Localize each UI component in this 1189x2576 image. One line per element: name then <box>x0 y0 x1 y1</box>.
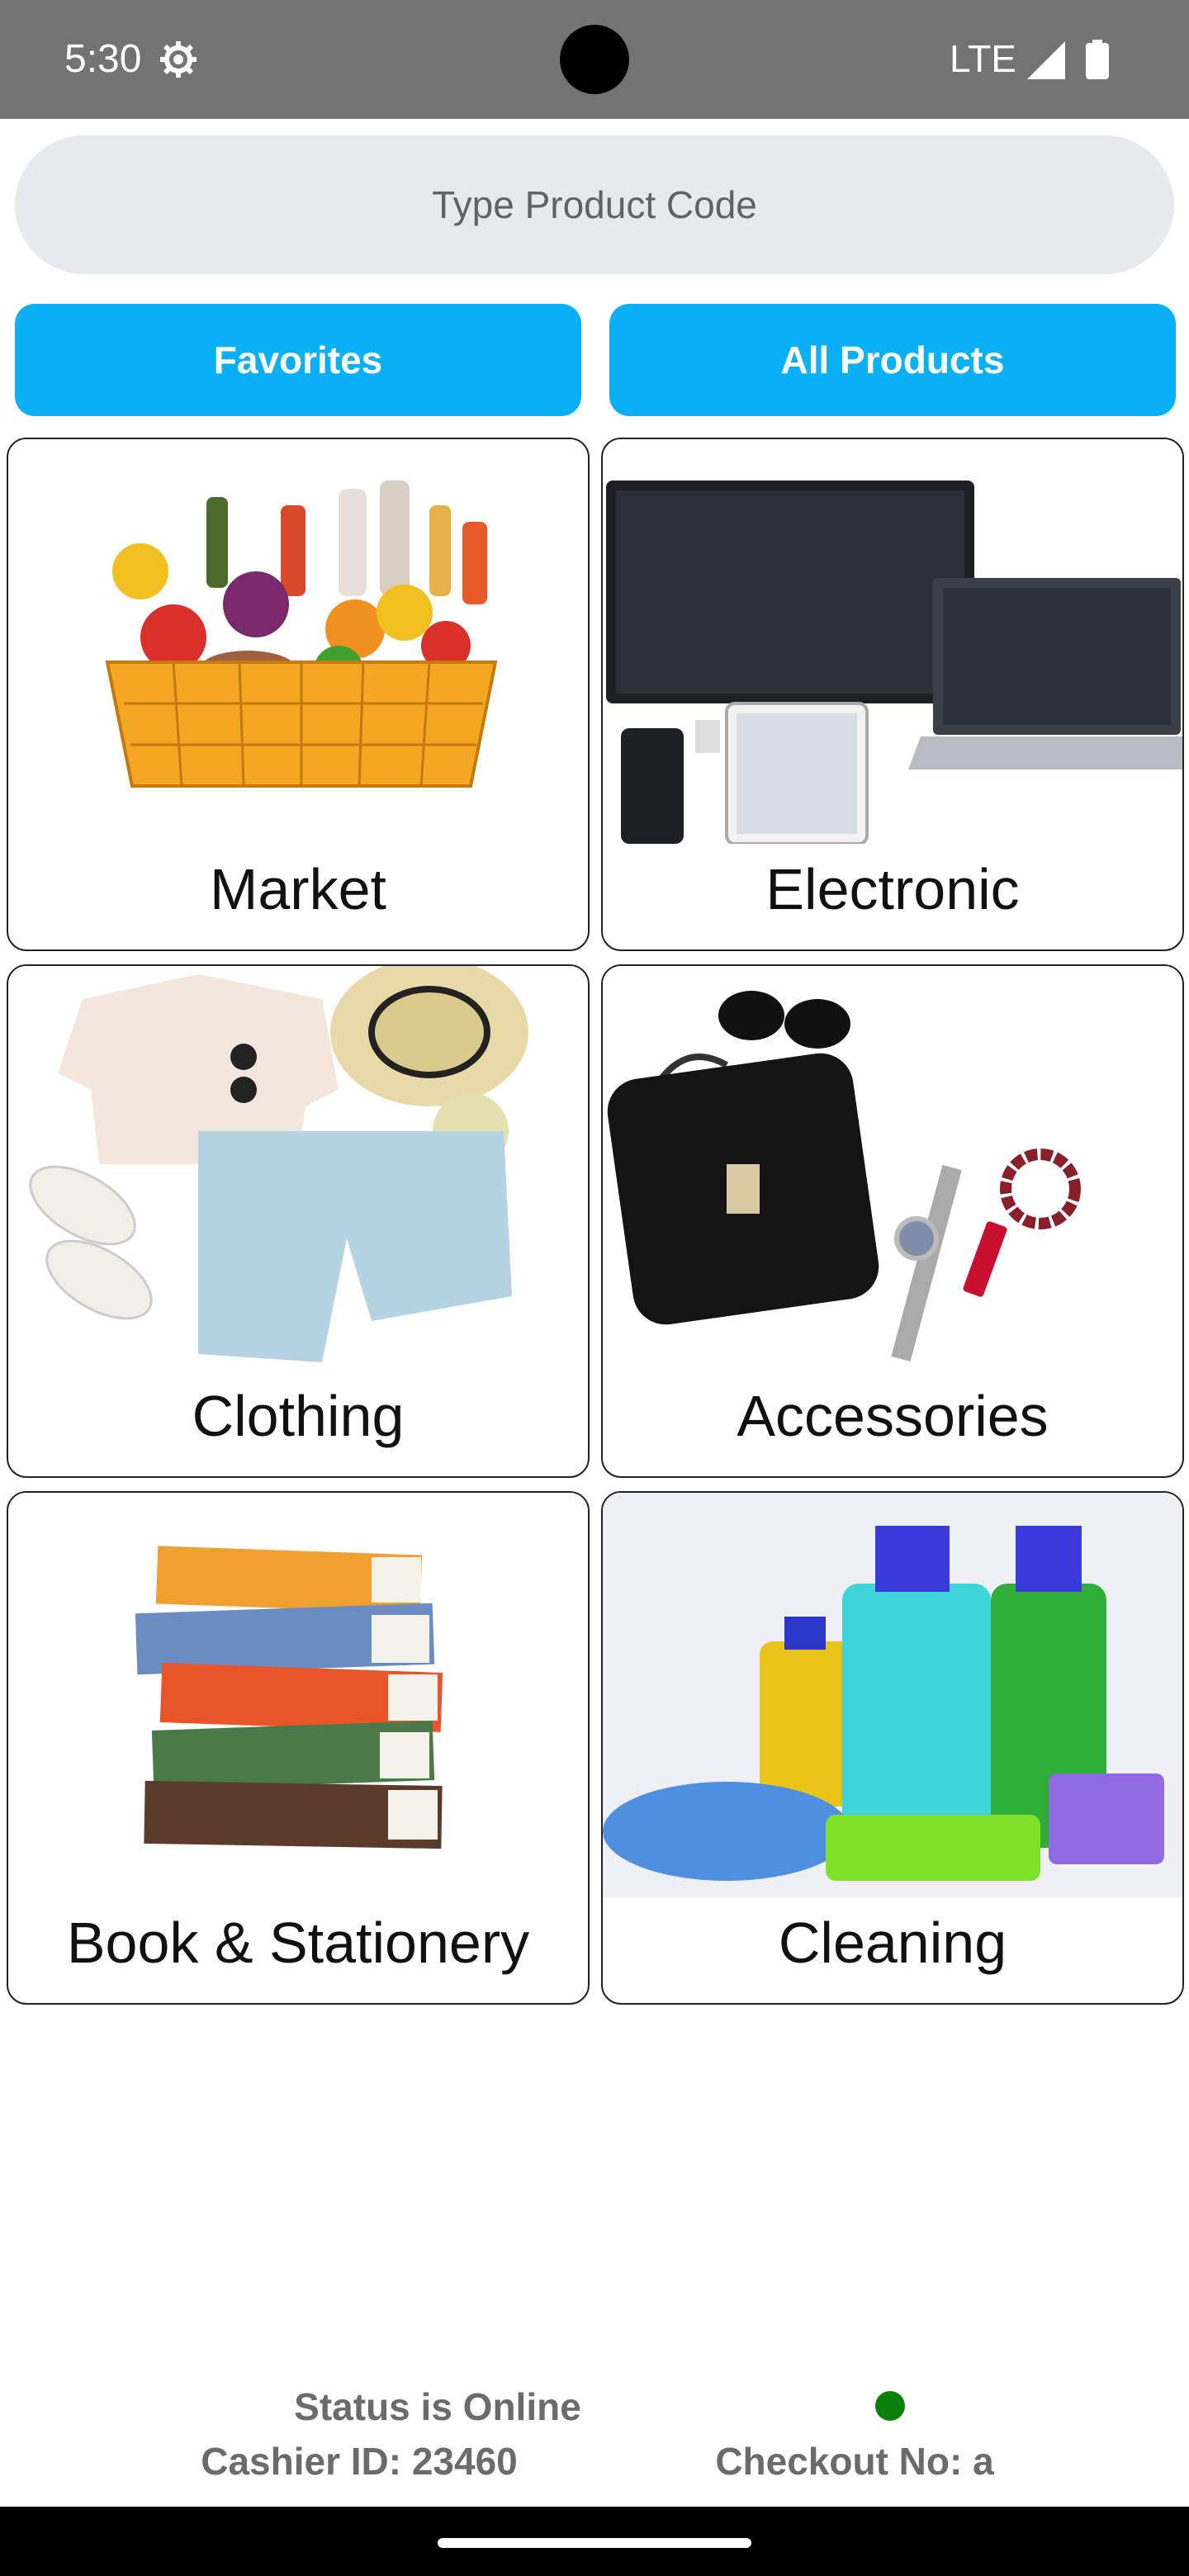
connection-status: Status is Online <box>294 2385 581 2428</box>
all-products-button[interactable]: All Products <box>609 304 1176 416</box>
network-type: LTE <box>950 37 1016 80</box>
signal-icon <box>1027 41 1065 79</box>
product-code-input[interactable] <box>15 135 1174 274</box>
cleaning-supplies-image <box>603 1493 1182 1897</box>
grocery-basket-image <box>8 439 588 844</box>
camera-cutout <box>560 25 629 94</box>
navigation-bar <box>0 2507 1189 2576</box>
status-time: 5:30 <box>64 37 142 81</box>
category-card-electronic[interactable]: Electronic <box>601 438 1184 951</box>
gear-icon <box>160 41 197 78</box>
bag-and-accessories-image <box>603 966 1182 1371</box>
category-label: Book & Stationery <box>66 1911 530 1975</box>
category-card-accessories[interactable]: Accessories <box>601 964 1184 1478</box>
category-label: Market <box>210 857 386 921</box>
clothing-items-image <box>8 966 588 1371</box>
category-card-clothing[interactable]: Clothing <box>7 964 590 1478</box>
category-card-market[interactable]: Market <box>7 438 590 951</box>
battery-icon <box>1086 40 1109 79</box>
home-gesture-handle[interactable] <box>438 2538 751 2548</box>
category-label: Clothing <box>192 1384 405 1448</box>
electronics-devices-image <box>603 439 1182 844</box>
category-card-book-stationery[interactable]: Book & Stationery <box>7 1491 590 2005</box>
status-bar: 5:30 LTE <box>0 0 1189 119</box>
category-card-cleaning[interactable]: Cleaning <box>601 1491 1184 2005</box>
category-label: Cleaning <box>778 1911 1007 1975</box>
favorites-button[interactable]: Favorites <box>15 304 581 416</box>
checkout-number: Checkout No: a <box>715 2440 994 2483</box>
online-indicator-icon <box>875 2391 905 2421</box>
cashier-id: Cashier ID: 23460 <box>201 2440 518 2483</box>
category-label: Electronic <box>765 857 1020 921</box>
category-label: Accessories <box>737 1384 1049 1448</box>
stack-of-books-image <box>8 1493 588 1897</box>
